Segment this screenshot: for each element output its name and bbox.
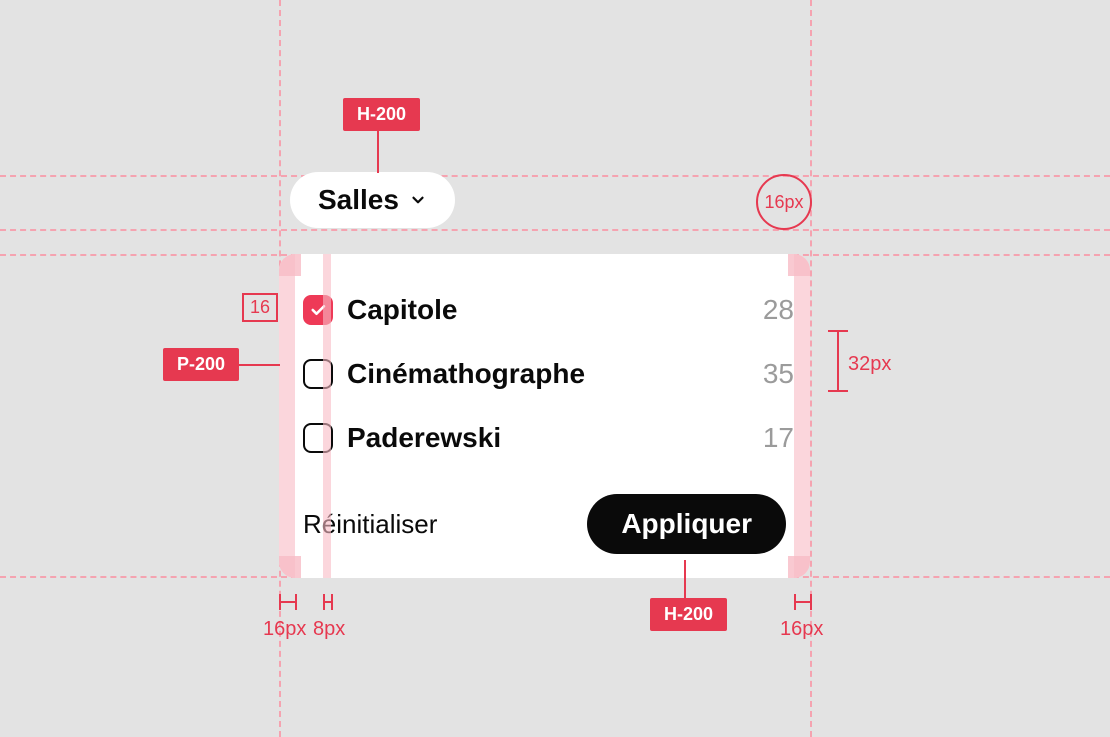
padding-overlay-left — [279, 254, 295, 578]
spec-tick — [295, 594, 297, 610]
spec-radius-badge: 16px — [756, 174, 812, 230]
spec-tick — [279, 601, 295, 603]
filter-panel: Capitole 28 Cinémathographe 35 Paderewsk… — [279, 254, 810, 578]
salles-dropdown[interactable]: Salles — [290, 172, 455, 228]
padding-overlay-left-inner — [323, 254, 331, 578]
options-list: Capitole 28 Cinémathographe 35 Paderewsk… — [295, 278, 794, 470]
spec-tick — [323, 601, 331, 603]
guide-horizontal — [0, 229, 1110, 231]
spec-tick — [810, 594, 812, 610]
spec-tick — [837, 330, 839, 390]
option-label: Capitole — [347, 294, 763, 326]
padding-overlay-right — [794, 254, 810, 578]
option-row[interactable]: Paderewski 17 — [295, 406, 794, 470]
corner-radius-overlay — [279, 254, 301, 276]
spec-connector — [238, 364, 280, 366]
corner-radius-overlay — [788, 254, 810, 276]
option-label: Cinémathographe — [347, 358, 763, 390]
spec-box-16: 16 — [242, 293, 278, 322]
spec-tick — [828, 390, 848, 392]
option-count: 17 — [763, 422, 794, 454]
spec-measure-16px: 16px — [263, 618, 306, 641]
guide-horizontal — [0, 175, 1110, 177]
apply-button[interactable]: Appliquer — [587, 494, 786, 554]
spec-connector — [684, 560, 686, 598]
option-label: Paderewski — [347, 422, 763, 454]
option-count: 35 — [763, 358, 794, 390]
spec-measure-16px: 16px — [780, 618, 823, 641]
spec-measure-32px: 32px — [848, 353, 891, 376]
spec-connector — [377, 131, 379, 173]
spec-tag-h200: H-200 — [650, 598, 727, 631]
option-row[interactable]: Capitole 28 — [295, 278, 794, 342]
spec-tick — [331, 594, 333, 610]
spec-tag-h200: H-200 — [343, 98, 420, 131]
option-row[interactable]: Cinémathographe 35 — [295, 342, 794, 406]
corner-radius-overlay — [279, 556, 301, 578]
corner-radius-overlay — [788, 556, 810, 578]
spec-measure-8px: 8px — [313, 618, 345, 641]
chevron-down-icon — [409, 191, 427, 209]
dropdown-label: Salles — [318, 184, 399, 216]
spec-tick — [794, 601, 810, 603]
option-count: 28 — [763, 294, 794, 326]
spec-tag-p200: P-200 — [163, 348, 239, 381]
panel-actions: Réinitialiser Appliquer — [295, 470, 794, 554]
